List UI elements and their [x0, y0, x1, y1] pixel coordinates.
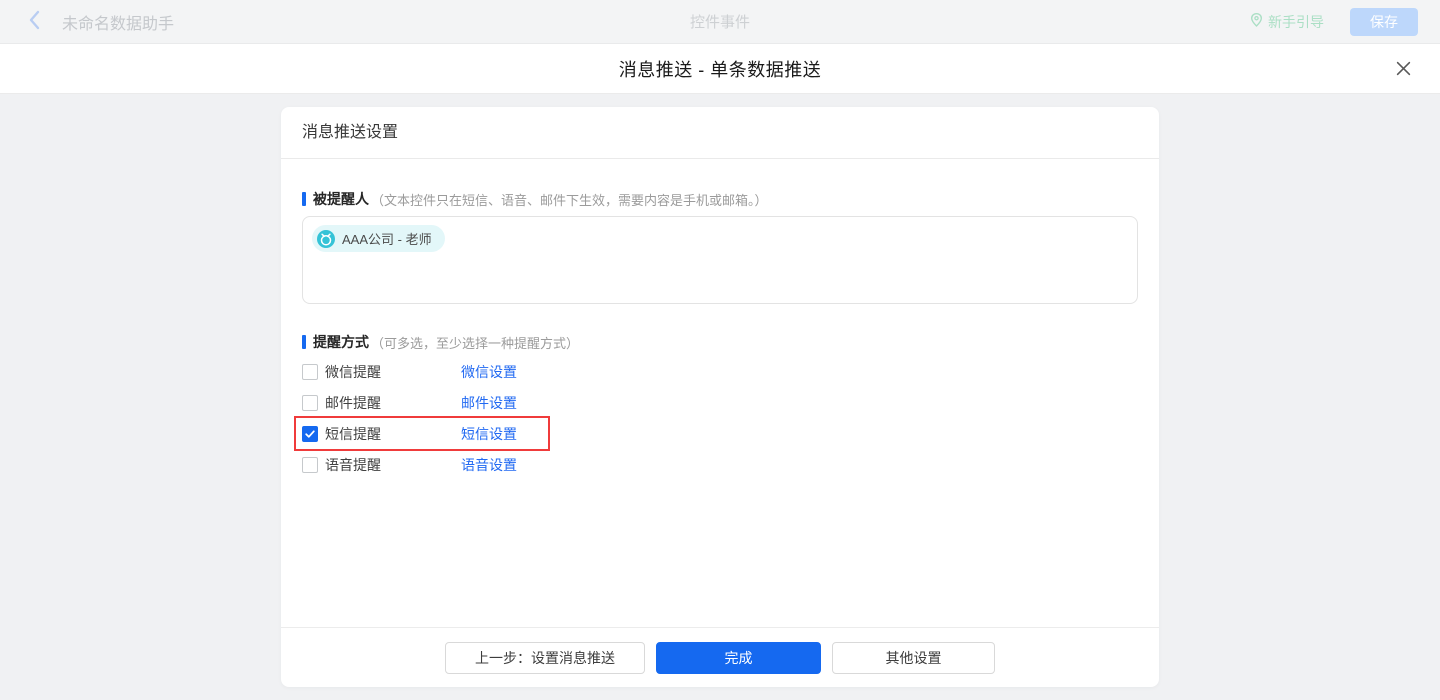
methods-note: （可多选，至少选择一种提醒方式） — [371, 333, 579, 352]
guide-label: 新手引导 — [1268, 12, 1324, 32]
checkbox-email-reminder[interactable] — [302, 395, 318, 411]
modal-header: 消息推送 - 单条数据推送 — [0, 44, 1440, 94]
section-marker-bar — [302, 335, 306, 349]
method-row-wechat: 微信提醒 微信设置 — [302, 356, 1138, 387]
save-button[interactable]: 保存 — [1350, 8, 1418, 36]
modal-title: 消息推送 - 单条数据推送 — [619, 56, 822, 82]
sms-reminder-label: 短信提醒 — [325, 424, 381, 444]
voice-reminder-label: 语音提醒 — [325, 455, 381, 475]
section-marker-bar — [302, 192, 306, 206]
app-title: 未命名数据助手 — [62, 10, 174, 34]
recipient-chip[interactable]: AAA公司 - 老师 — [312, 225, 445, 252]
checkbox-sms-reminder[interactable] — [302, 426, 318, 442]
voice-settings-link[interactable]: 语音设置 — [461, 455, 517, 475]
card-footer: 上一步：设置消息推送 完成 其他设置 — [281, 627, 1159, 687]
email-settings-link[interactable]: 邮件设置 — [461, 393, 517, 413]
method-row-email: 邮件提醒 邮件设置 — [302, 387, 1138, 418]
role-badge-icon — [317, 230, 335, 248]
check-icon — [304, 428, 316, 440]
checkbox-voice-reminder[interactable] — [302, 457, 318, 473]
recipients-label: 被提醒人 — [313, 189, 369, 209]
beginner-guide-button[interactable]: 新手引导 — [1250, 12, 1324, 32]
method-row-sms: 短信提醒 短信设置 — [302, 418, 1138, 449]
previous-step-button[interactable]: 上一步：设置消息推送 — [445, 642, 645, 674]
back-button[interactable] — [28, 10, 40, 33]
modal-body: 消息推送设置 被提醒人 （文本控件只在短信、语音、邮件下生效，需要内容是手机或邮… — [0, 94, 1440, 700]
methods-section-label: 提醒方式 （可多选，至少选择一种提醒方式） — [302, 332, 1138, 352]
chevron-left-icon — [28, 10, 40, 33]
recipients-note: （文本控件只在短信、语音、邮件下生效，需要内容是手机或邮箱。） — [371, 190, 768, 209]
done-button[interactable]: 完成 — [656, 642, 821, 674]
recipient-chip-label: AAA公司 - 老师 — [342, 229, 432, 248]
close-button[interactable] — [1392, 58, 1414, 80]
other-settings-button[interactable]: 其他设置 — [832, 642, 995, 674]
top-bar: 未命名数据助手 控件事件 新手引导 保存 — [0, 0, 1440, 44]
close-icon — [1395, 60, 1412, 77]
push-settings-card: 消息推送设置 被提醒人 （文本控件只在短信、语音、邮件下生效，需要内容是手机或邮… — [281, 107, 1159, 687]
card-title: 消息推送设置 — [281, 107, 1159, 159]
wechat-settings-link[interactable]: 微信设置 — [461, 362, 517, 382]
guide-pin-icon — [1250, 12, 1263, 31]
methods-label: 提醒方式 — [313, 332, 369, 352]
sms-settings-link[interactable]: 短信设置 — [461, 424, 517, 444]
method-row-voice: 语音提醒 语音设置 — [302, 449, 1138, 480]
page-title: 控件事件 — [0, 11, 1440, 32]
method-rows: 微信提醒 微信设置 邮件提醒 邮件设置 — [302, 356, 1138, 480]
recipients-section-label: 被提醒人 （文本控件只在短信、语音、邮件下生效，需要内容是手机或邮箱。） — [302, 189, 1138, 209]
recipients-input-area[interactable]: AAA公司 - 老师 — [302, 216, 1138, 304]
email-reminder-label: 邮件提醒 — [325, 393, 381, 413]
wechat-reminder-label: 微信提醒 — [325, 362, 381, 382]
checkbox-wechat-reminder[interactable] — [302, 364, 318, 380]
